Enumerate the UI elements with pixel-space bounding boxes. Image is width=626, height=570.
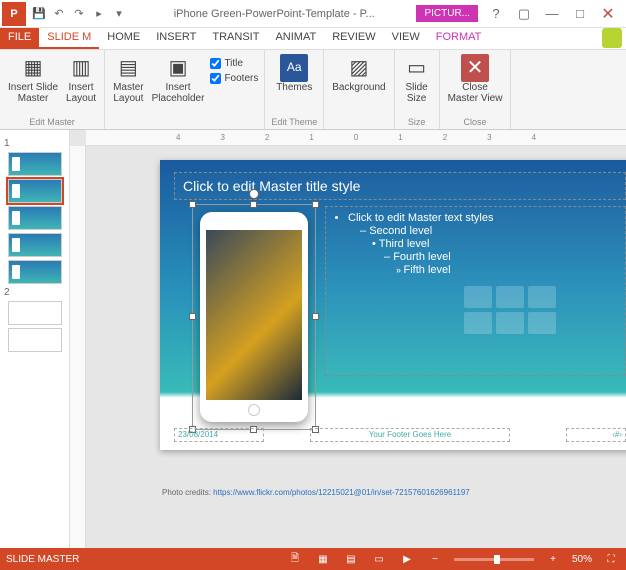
resize-handle-e[interactable] [312, 313, 319, 320]
master-number-1: 1 [4, 138, 65, 149]
tab-home[interactable]: HOME [99, 28, 148, 49]
resize-handle-w[interactable] [189, 313, 196, 320]
tab-insert[interactable]: INSERT [148, 28, 204, 49]
themes-icon: Aa [280, 54, 308, 82]
slide-master-icon: ▦ [19, 54, 47, 82]
video-icon[interactable] [528, 312, 556, 334]
zoom-in-button[interactable]: + [544, 551, 562, 567]
close-icon: ✕ [461, 54, 489, 82]
picture-icon[interactable] [464, 312, 492, 334]
sorter-view-button[interactable]: ▤ [342, 551, 360, 567]
selection-box[interactable] [192, 204, 316, 430]
slideshow-button[interactable]: ▶ [398, 551, 416, 567]
master-thumb-2[interactable] [8, 301, 62, 325]
layout-thumb-1-3[interactable] [8, 233, 62, 257]
online-picture-icon[interactable] [496, 312, 524, 334]
title-placeholder[interactable]: Click to edit Master title style [174, 172, 626, 200]
group-edit-theme: Edit Theme [271, 117, 317, 127]
tab-transitions[interactable]: TRANSIT [204, 28, 267, 49]
placeholder-icon: ▣ [164, 54, 192, 82]
notes-button[interactable]: 🗎 [286, 551, 304, 567]
footers-checkbox[interactable]: Footers [210, 73, 258, 84]
insert-placeholder-button[interactable]: ▣ Insert Placeholder [150, 52, 207, 106]
layout-thumb-2-1[interactable] [8, 328, 62, 352]
zoom-out-button[interactable]: − [426, 551, 444, 567]
master-number-2: 2 [4, 287, 65, 298]
insert-layout-button[interactable]: ▥ Insert Layout [64, 52, 98, 106]
slide-canvas[interactable]: Click to edit Master title style Click t… [160, 160, 626, 450]
account-icon[interactable] [602, 28, 622, 48]
tab-review[interactable]: REVIEW [324, 28, 383, 49]
tab-animations[interactable]: ANIMAT [267, 28, 324, 49]
help-icon[interactable]: ? [484, 4, 508, 24]
content-placeholder-icons[interactable] [464, 286, 564, 334]
ribbon-display-icon[interactable]: ▢ [512, 4, 536, 24]
horizontal-ruler: 432101234 [86, 130, 626, 146]
pagenum-placeholder[interactable]: ‹#› [566, 428, 626, 442]
group-close: Close [463, 117, 486, 127]
vertical-ruler [70, 146, 86, 548]
slide-size-button[interactable]: ▭ Slide Size [401, 52, 433, 106]
tab-format[interactable]: FORMAT [428, 28, 490, 49]
slide-thumbnails: 1 2 [0, 130, 70, 548]
close-button[interactable]: ✕ [596, 4, 620, 24]
redo-icon[interactable]: ↷ [70, 5, 88, 23]
layout-thumb-1-4[interactable] [8, 260, 62, 284]
group-edit-master: Edit Master [29, 117, 75, 127]
footer-placeholder[interactable]: Your Footer Goes Here [310, 428, 510, 442]
close-master-button[interactable]: ✕ Close Master View [446, 52, 505, 106]
reading-view-button[interactable]: ▭ [370, 551, 388, 567]
body-placeholder[interactable]: Click to edit Master text styles Second … [325, 206, 626, 376]
app-icon: P [2, 2, 26, 26]
rotate-handle[interactable] [249, 189, 259, 199]
normal-view-button[interactable]: ▦ [314, 551, 332, 567]
master-thumb-1[interactable] [8, 152, 62, 176]
workspace: 1 2 432101234 Click to edit Master title… [0, 130, 626, 548]
undo-icon[interactable]: ↶ [50, 5, 68, 23]
date-placeholder[interactable]: 23/08/2014 [174, 428, 264, 442]
tab-file[interactable]: FILE [0, 28, 39, 49]
layout-thumb-1-2[interactable] [8, 206, 62, 230]
background-icon: ▨ [345, 54, 373, 82]
title-checkbox[interactable]: Title [210, 58, 258, 69]
ribbon-tabs: FILE SLIDE M HOME INSERT TRANSIT ANIMAT … [0, 28, 626, 50]
group-size: Size [408, 117, 426, 127]
tab-view[interactable]: VIEW [384, 28, 428, 49]
chart-icon[interactable] [496, 286, 524, 308]
credits-link[interactable]: https://www.flickr.com/photos/12215021@0… [213, 488, 470, 497]
slide-editor[interactable]: 432101234 Click to edit Master title sty… [70, 130, 626, 548]
slide-size-icon: ▭ [403, 54, 431, 82]
resize-handle-nw[interactable] [189, 201, 196, 208]
save-icon[interactable]: 💾 [30, 5, 48, 23]
photo-credits: Photo credits: https://www.flickr.com/ph… [162, 488, 626, 497]
status-mode: SLIDE MASTER [6, 554, 79, 565]
tab-slide-master[interactable]: SLIDE M [39, 28, 99, 49]
themes-button[interactable]: Aa Themes [274, 52, 314, 95]
insert-slide-master-button[interactable]: ▦ Insert Slide Master [6, 52, 60, 106]
status-bar: SLIDE MASTER 🗎 ▦ ▤ ▭ ▶ − + 50% ⛶ [0, 548, 626, 570]
master-layout-icon: ▤ [114, 54, 142, 82]
layout-thumb-1-1[interactable] [8, 179, 62, 203]
table-icon[interactable] [464, 286, 492, 308]
title-bar: P 💾 ↶ ↷ ▸ ▾ iPhone Green-PowerPoint-Temp… [0, 0, 626, 28]
qat-more-icon[interactable]: ▾ [110, 5, 128, 23]
contextual-tab-label: PICTUR... [416, 5, 478, 22]
zoom-slider[interactable] [454, 558, 534, 561]
maximize-button[interactable]: □ [568, 4, 592, 24]
minimize-button[interactable]: — [540, 4, 564, 24]
zoom-level: 50% [572, 554, 592, 565]
resize-handle-n[interactable] [250, 201, 257, 208]
start-slideshow-icon[interactable]: ▸ [90, 5, 108, 23]
smartart-icon[interactable] [528, 286, 556, 308]
master-layout-button[interactable]: ▤ Master Layout [111, 52, 146, 106]
ribbon: ▦ Insert Slide Master ▥ Insert Layout Ed… [0, 50, 626, 130]
window-title: iPhone Green-PowerPoint-Template - P... [132, 8, 416, 20]
background-button[interactable]: ▨ Background [330, 52, 387, 95]
fit-to-window-button[interactable]: ⛶ [602, 551, 620, 567]
resize-handle-ne[interactable] [312, 201, 319, 208]
layout-icon: ▥ [67, 54, 95, 82]
